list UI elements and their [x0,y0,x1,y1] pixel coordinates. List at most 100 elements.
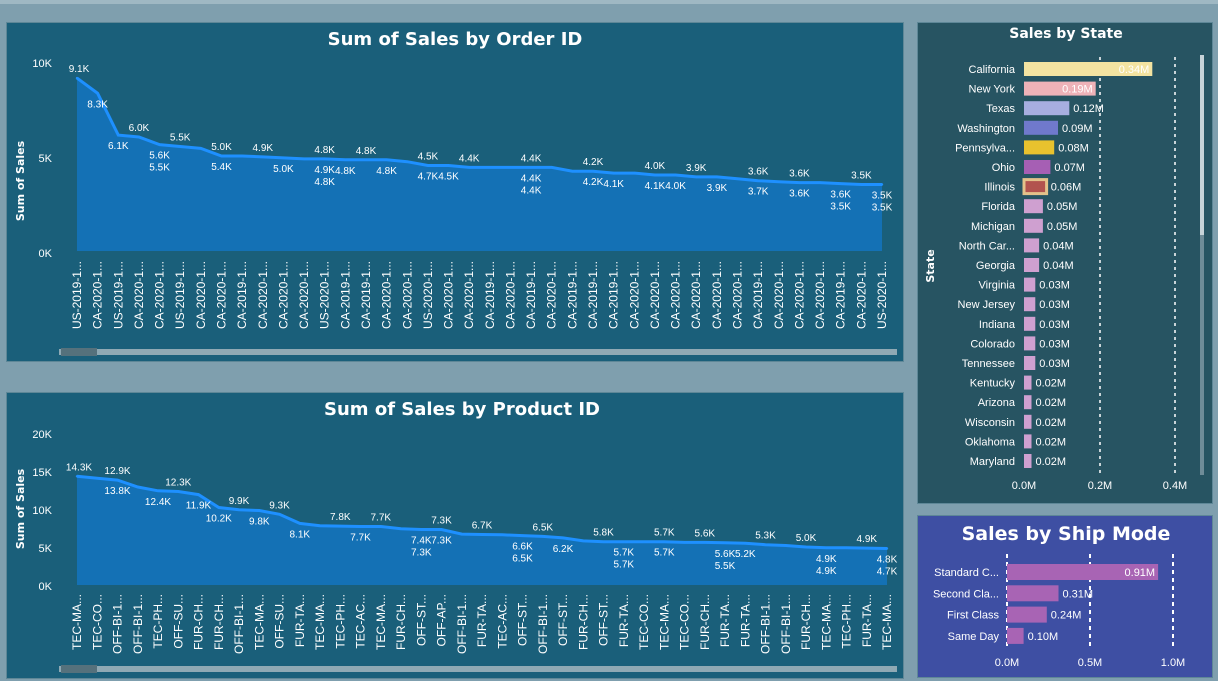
order-data-point[interactable] [612,171,615,175]
state-bar[interactable] [1024,316,1036,331]
order-data-point[interactable] [509,166,512,169]
ship-mode-sales-panel[interactable]: Sales by Ship Mode Standard C... 0.91M Sec… [917,515,1213,678]
product-data-point[interactable] [217,506,220,509]
product-data-point[interactable] [784,544,787,547]
state-bar[interactable] [1024,258,1040,272]
product-data-point[interactable] [420,528,423,531]
order-data-point[interactable] [777,180,780,183]
product-data-point[interactable] [339,524,342,528]
order-data-point[interactable] [653,173,657,177]
product-data-point[interactable] [298,522,301,525]
state-bar[interactable] [1024,160,1051,174]
ship-bar[interactable] [1007,585,1059,602]
order-data-point[interactable] [426,164,430,167]
ship-bar[interactable] [1007,627,1024,644]
product-data-point[interactable] [399,527,403,530]
order-data-point[interactable] [137,135,141,139]
product-sales-chart[interactable]: Sum of Sales by Product ID Sum of Sales … [7,393,903,678]
order-data-point[interactable] [798,181,801,184]
order-data-point[interactable] [240,154,244,158]
order-data-point[interactable] [406,160,409,163]
state-bar[interactable] [1024,336,1036,351]
product-data-point[interactable] [663,540,666,543]
product-data-point[interactable] [359,525,362,528]
product-data-point[interactable] [460,532,463,536]
state-bar[interactable] [1024,356,1036,370]
product-data-point[interactable] [197,493,200,496]
product-data-point[interactable] [825,546,828,549]
product-scrollbar-thumb[interactable] [61,665,97,673]
product-data-point[interactable] [541,535,544,538]
product-data-point[interactable] [602,540,605,543]
product-data-point[interactable] [501,533,504,536]
ship-bar[interactable] [1007,606,1047,623]
product-data-point[interactable] [804,545,808,549]
state-bar[interactable] [1024,454,1032,468]
order-data-point[interactable] [261,155,264,159]
product-data-point[interactable] [318,524,322,527]
product-data-point[interactable] [622,540,625,543]
order-data-point[interactable] [385,158,388,161]
state-bar[interactable] [1024,218,1043,233]
product-data-point[interactable] [177,490,180,493]
product-data-point[interactable] [237,508,241,511]
order-data-point[interactable] [591,170,595,173]
order-data-point[interactable] [818,181,822,184]
order-sales-panel[interactable]: Sum of Sales by Order ID Sum of Sales 10… [6,22,904,362]
order-data-point[interactable] [674,173,677,177]
product-data-point[interactable] [845,546,848,549]
order-data-point[interactable] [468,166,471,169]
state-bar[interactable] [1024,238,1040,253]
order-data-point[interactable] [757,179,760,182]
state-scrollbar-thumb[interactable] [1200,55,1204,235]
product-data-point[interactable] [379,525,382,528]
state-bar[interactable] [1024,297,1036,312]
state-bar[interactable] [1024,375,1032,390]
state-bar[interactable] [1022,178,1049,196]
order-scrollbar-track[interactable] [59,349,897,355]
product-sales-panel[interactable]: Sum of Sales by Product ID Sum of Sales … [6,392,904,679]
product-data-point[interactable] [136,485,139,489]
order-sales-chart[interactable]: Sum of Sales by Order ID Sum of Sales 10… [7,23,903,361]
product-data-point[interactable] [744,542,747,545]
order-data-point[interactable] [344,158,347,161]
product-data-point[interactable] [642,540,646,543]
product-data-point[interactable] [764,543,767,546]
product-data-point[interactable] [582,539,585,543]
product-data-point[interactable] [683,541,686,544]
state-bar[interactable] [1024,199,1043,214]
order-data-point[interactable] [364,158,368,161]
order-data-point[interactable] [633,171,636,175]
product-data-point[interactable] [440,528,443,531]
order-data-point[interactable] [488,166,491,169]
order-data-point[interactable] [179,145,182,148]
order-data-point[interactable] [117,133,120,137]
state-bar[interactable] [1024,434,1032,449]
order-data-point[interactable] [199,147,202,150]
state-sales-panel[interactable]: Sales by State State California 0.34M New … [917,22,1213,504]
product-data-point[interactable] [885,547,889,550]
product-data-point[interactable] [723,541,727,544]
product-data-point[interactable] [278,513,281,516]
product-data-point[interactable] [96,477,99,480]
product-data-point[interactable] [521,534,524,537]
order-data-point[interactable] [715,175,719,179]
product-data-point[interactable] [480,533,484,536]
state-bar[interactable] [1024,414,1032,429]
order-data-point[interactable] [302,157,306,161]
state-sales-chart[interactable]: Sales by State State California 0.34M New … [918,23,1212,503]
product-data-point[interactable] [116,478,119,482]
order-data-point[interactable] [550,166,553,169]
product-data-point[interactable] [75,475,79,478]
order-data-point[interactable] [282,156,285,160]
order-data-point[interactable] [839,182,842,185]
product-data-point[interactable] [703,541,706,544]
state-bar[interactable] [1024,120,1058,135]
product-data-point[interactable] [258,509,261,512]
order-data-point[interactable] [571,170,574,173]
product-data-point[interactable] [865,546,868,550]
order-data-point[interactable] [158,143,161,146]
product-scrollbar-track[interactable] [59,666,897,672]
order-data-point[interactable] [323,157,326,161]
state-bar[interactable] [1024,140,1055,155]
